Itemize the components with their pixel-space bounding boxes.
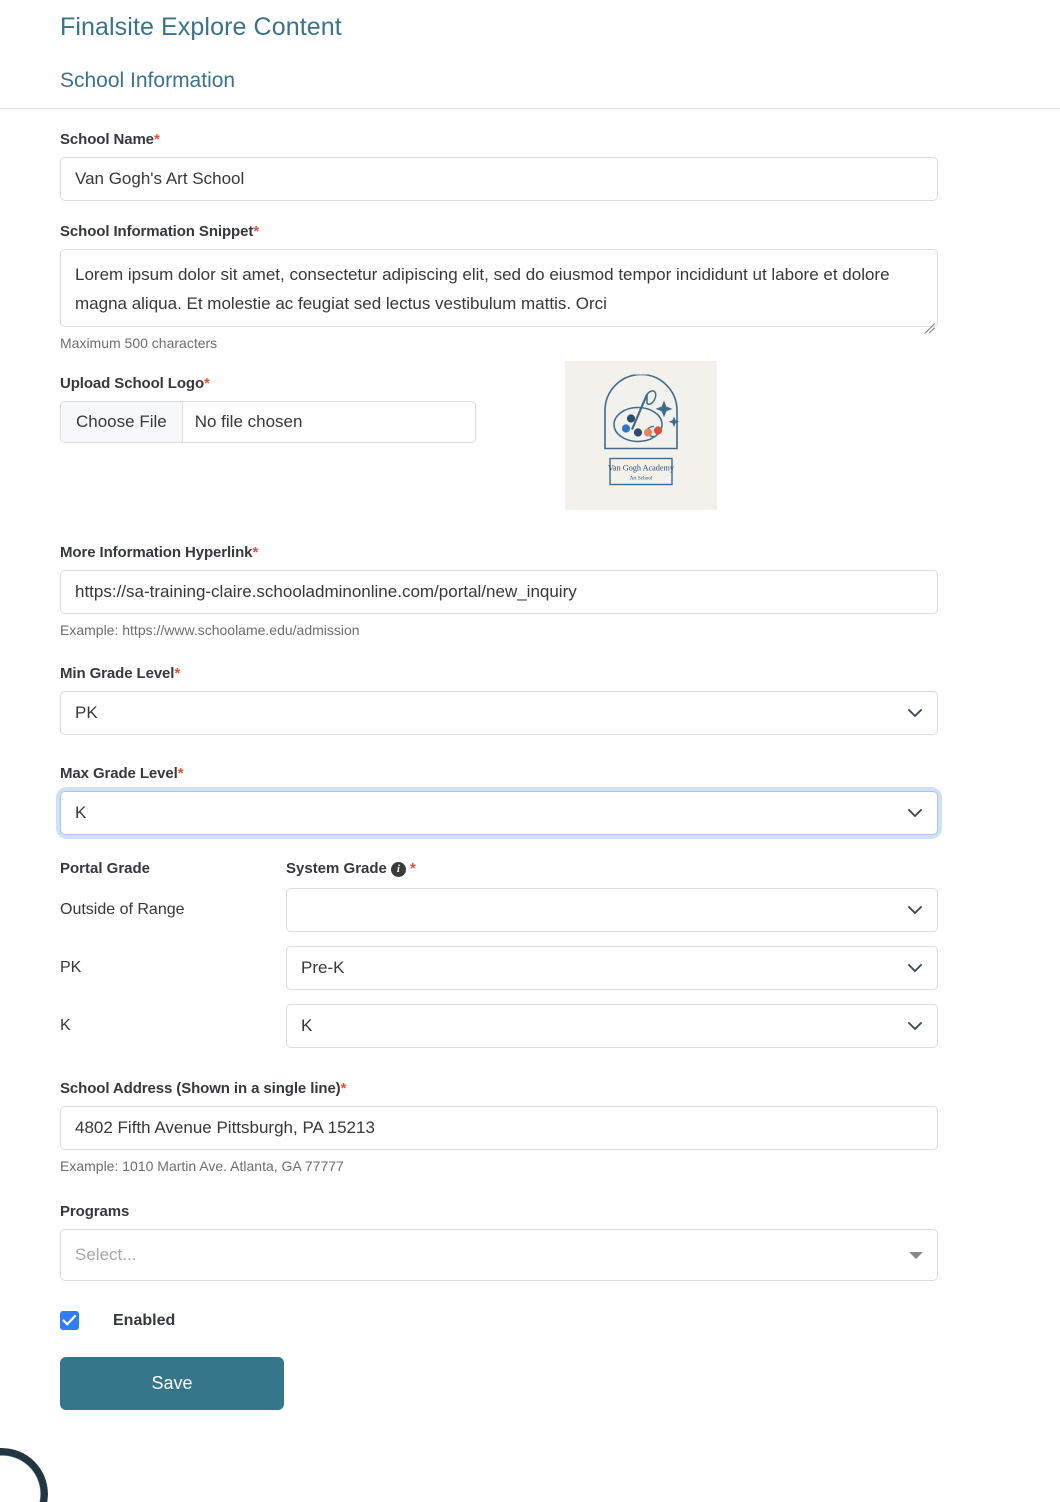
school-name-label: School Name* [60, 130, 1060, 150]
required-asterisk: * [177, 765, 184, 782]
field-programs: Programs Select... [60, 1202, 1060, 1281]
min-grade-label-text: Min Grade Level [60, 665, 175, 682]
school-name-label-text: School Name [60, 131, 154, 148]
address-label-text: School Address (Shown in a single line) [60, 1080, 341, 1097]
system-grade-column-header: System Grade i * [286, 860, 416, 877]
system-grade-value-2[interactable]: K [286, 1004, 938, 1048]
system-grade-select-0[interactable] [286, 888, 938, 932]
hyperlink-help-text: Example: https://www.schoolame.edu/admis… [60, 622, 360, 638]
school-information-form: School Name* School Information Snippet*… [0, 130, 1060, 1410]
field-min-grade-level: Min Grade Level* PK [60, 664, 1060, 735]
system-grade-value-0[interactable] [286, 888, 938, 932]
table-row: K K [60, 997, 1060, 1055]
address-label: School Address (Shown in a single line)* [60, 1079, 1060, 1099]
upload-row: Upload School Logo* Choose File No file … [60, 361, 1060, 510]
upload-logo-label: Upload School Logo* [60, 374, 520, 394]
address-input[interactable] [60, 1106, 938, 1150]
snippet-textarea-wrap: Lorem ipsum dolor sit amet, consectetur … [60, 249, 938, 334]
system-grade-value-1[interactable]: Pre-K [286, 946, 938, 990]
min-grade-select[interactable]: PK [60, 691, 938, 735]
min-grade-label: Min Grade Level* [60, 664, 1060, 684]
address-help-text: Example: 1010 Martin Ave. Atlanta, GA 77… [60, 1158, 344, 1174]
required-asterisk: * [253, 223, 259, 240]
enabled-checkbox-row: Enabled [60, 1311, 1060, 1330]
field-more-information-hyperlink: More Information Hyperlink* Example: htt… [60, 543, 1060, 640]
enabled-checkbox[interactable] [60, 1311, 79, 1330]
logo-title-text: Van Gogh Academy [608, 463, 675, 472]
hyperlink-label-text: More Information Hyperlink [60, 544, 253, 561]
logo-subtitle-text: Art School [630, 475, 653, 481]
system-grade-cell: K [286, 1004, 938, 1048]
programs-multiselect[interactable]: Select... [60, 1229, 938, 1281]
required-asterisk: * [174, 665, 181, 682]
field-upload-school-logo: Upload School Logo* Choose File No file … [60, 361, 1060, 510]
panel-corner-artifact [0, 1440, 48, 1502]
system-grade-cell: Pre-K [286, 946, 938, 990]
portal-grade-column-header: Portal Grade [60, 860, 151, 877]
app-title: Finalsite Explore Content [60, 13, 342, 41]
hyperlink-label: More Information Hyperlink* [60, 543, 1060, 563]
file-status-text: No file chosen [194, 412, 303, 431]
table-row: Outside of Range [60, 881, 1060, 939]
upload-column: Upload School Logo* Choose File No file … [60, 374, 520, 443]
enabled-label: Enabled [113, 1311, 176, 1329]
upload-logo-label-text: Upload School Logo [60, 375, 205, 392]
check-icon [62, 1314, 77, 1326]
required-asterisk: * [409, 860, 416, 877]
explore-content-page: Finalsite Explore Content School Informa… [0, 0, 1060, 1410]
portal-grade-value: K [60, 1017, 71, 1034]
header-divider [0, 108, 1060, 109]
field-school-address: School Address (Shown in a single line)*… [60, 1079, 1060, 1176]
logo-file-input[interactable]: Choose File No file chosen [60, 401, 476, 443]
field-school-information-snippet: School Information Snippet* Lorem ipsum … [60, 222, 1060, 353]
choose-file-button[interactable]: Choose File [61, 402, 183, 442]
required-asterisk: * [340, 1080, 347, 1097]
system-grade-select-1[interactable]: Pre-K [286, 946, 938, 990]
required-asterisk: * [153, 131, 160, 148]
grade-mapping-header: Portal Grade System Grade i * [60, 860, 1060, 877]
save-button[interactable]: Save [60, 1357, 284, 1410]
max-grade-select[interactable]: K [60, 791, 938, 835]
section-title: School Information [60, 69, 236, 92]
snippet-label: School Information Snippet* [60, 222, 1060, 242]
snippet-help-text: Maximum 500 characters [60, 335, 218, 351]
snippet-label-text: School Information Snippet [60, 223, 254, 240]
logo-preview: Van Gogh Academy Art School [565, 361, 717, 510]
max-grade-value[interactable]: K [60, 791, 938, 835]
max-grade-label: Max Grade Level* [60, 764, 1060, 784]
portal-grade-value: Outside of Range [60, 901, 185, 918]
table-row: PK Pre-K [60, 939, 1060, 997]
field-max-grade-level: Max Grade Level* K [60, 764, 1060, 835]
caret-down-icon [909, 1252, 923, 1259]
school-name-input[interactable] [60, 157, 938, 201]
system-grade-select-2[interactable]: K [286, 1004, 938, 1048]
programs-label: Programs [60, 1203, 130, 1220]
system-grade-cell [286, 888, 938, 932]
logo-preview-image: Van Gogh Academy Art School [588, 373, 694, 497]
snippet-textarea[interactable]: Lorem ipsum dolor sit amet, consectetur … [60, 249, 938, 327]
field-school-name: School Name* [60, 130, 1060, 201]
max-grade-label-text: Max Grade Level [60, 765, 178, 782]
page-header: Finalsite Explore Content School Informa… [0, 0, 1060, 109]
portal-grade-value: PK [60, 959, 82, 976]
van-gogh-academy-logo-icon: Van Gogh Academy Art School [604, 373, 680, 485]
min-grade-value[interactable]: PK [60, 691, 938, 735]
required-asterisk: * [204, 375, 210, 392]
programs-placeholder: Select... [75, 1245, 137, 1264]
info-icon[interactable]: i [390, 862, 406, 877]
system-grade-header-text: System Grade [286, 860, 387, 877]
grade-mapping-table: Portal Grade System Grade i * Outside of… [60, 860, 1060, 1055]
hyperlink-input[interactable] [60, 570, 938, 614]
required-asterisk: * [252, 544, 259, 561]
